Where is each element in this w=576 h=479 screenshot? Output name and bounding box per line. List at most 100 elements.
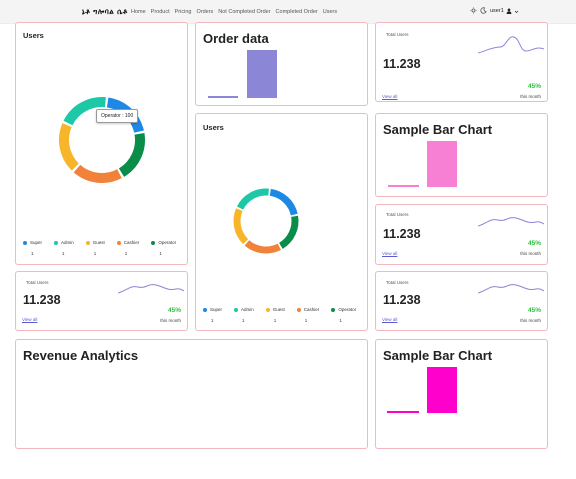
nav-home[interactable]: Home (131, 9, 146, 15)
users-donut-chart-2 (233, 188, 299, 254)
chart-legend: Super 1 Admin 1 Guest 1 Cashier 1 Operator 1 (203, 307, 356, 323)
legend-item-super[interactable]: Super 1 (203, 307, 222, 323)
order-data-card: Order data (195, 22, 368, 106)
card-title: Sample Bar Chart (383, 348, 493, 363)
view-all-link[interactable]: View all (382, 251, 397, 256)
legend-value: 1 (273, 318, 277, 323)
stat-percent: 45% (167, 307, 181, 314)
stat-sub: this month (520, 318, 541, 323)
legend-item-cashier[interactable]: Cashier 1 (116, 240, 140, 256)
card-title: Order data (203, 31, 269, 46)
legend-dot (151, 240, 156, 245)
nav-links: Home Product Pricing Orders Not Complete… (131, 9, 337, 15)
legend-value: 1 (211, 318, 214, 323)
donut-slice-guest[interactable] (59, 123, 80, 171)
legend-item-admin[interactable]: Admin 1 (234, 307, 254, 323)
user-menu[interactable]: user1 (490, 8, 519, 14)
legend-value: 1 (304, 318, 308, 323)
donut-slice-cashier[interactable] (244, 240, 281, 254)
stat-percent: 45% (527, 83, 541, 90)
users-donut-chart (59, 97, 145, 183)
legend-dot (234, 307, 239, 312)
bar-small (388, 185, 419, 187)
legend-item-admin[interactable]: Admin 1 (54, 240, 74, 256)
stat-value: 11.238 (383, 57, 421, 71)
legend-dot (54, 240, 59, 245)
nav-not-completed-order[interactable]: Not Completed Order (218, 9, 270, 15)
sun-icon[interactable] (470, 7, 477, 14)
moon-icon[interactable] (480, 7, 487, 14)
legend-dot (331, 307, 336, 312)
legend-dot (265, 307, 270, 312)
nav-product[interactable]: Product (151, 9, 170, 15)
stat-card: Total Users 11.238 45% this month View a… (15, 271, 188, 331)
legend-value: 1 (93, 251, 97, 256)
legend-value: 1 (242, 318, 245, 323)
order-bar-small (208, 96, 238, 98)
bar-large (427, 367, 457, 413)
legend-label: Guest (272, 307, 285, 312)
legend-value: 1 (31, 251, 34, 256)
stat-label: Total Users (386, 32, 409, 37)
legend-dot (203, 307, 207, 312)
bar-large (427, 141, 457, 187)
legend-item-super[interactable]: Super 1 (23, 240, 42, 256)
sparkline (478, 36, 544, 54)
legend-value: 1 (159, 251, 162, 256)
view-all-link[interactable]: View all (382, 317, 397, 322)
legend-item-guest[interactable]: Guest 1 (265, 307, 285, 323)
legend-value: 1 (339, 318, 342, 323)
nav-orders[interactable]: Orders (196, 9, 213, 15)
sample-bar-chart-card: Sample Bar Chart (375, 113, 548, 197)
view-all-link[interactable]: View all (382, 94, 397, 99)
sparkline (478, 217, 544, 227)
stat-label: Total Users (386, 280, 409, 285)
legend-item-guest[interactable]: Guest 1 (85, 240, 105, 256)
user-name: user1 (490, 8, 504, 14)
donut-slice-operator[interactable] (118, 132, 145, 177)
stat-percent: 45% (527, 307, 541, 314)
stat-card: Total Users 11.238 45% this month View a… (375, 271, 548, 331)
stat-sub: this month (160, 318, 181, 323)
users-donut-card-2: Users Super 1 Admin 1 Guest 1 Cashier 1 Operator… (195, 113, 368, 331)
card-title: Sample Bar Chart (383, 122, 493, 137)
brand-logo[interactable]: ኔቶ ግሎባል ሴቶ (82, 7, 128, 17)
legend-label: Admin (241, 307, 254, 312)
legend-value: 1 (62, 251, 65, 256)
chart-tooltip: Operator : 100 (96, 109, 139, 123)
nav-completed-order[interactable]: Completed Order (276, 9, 318, 15)
user-icon (506, 8, 512, 14)
chevron-down-icon (514, 10, 518, 13)
legend-label: Admin (61, 240, 74, 245)
legend-item-operator[interactable]: Operator 1 (151, 240, 176, 256)
legend-dot (296, 307, 301, 312)
stat-value: 11.238 (23, 293, 61, 307)
legend-item-operator[interactable]: Operator 1 (331, 307, 356, 323)
theme-toggle[interactable] (470, 7, 487, 14)
stat-card: Total Users 11.238 45% this month View a… (375, 204, 548, 265)
donut-slice-guest[interactable] (233, 208, 249, 245)
users-donut-card: Users Operator : 100 Super 1 Admin 1 Guest 1 C… (15, 22, 188, 265)
sparkline (118, 284, 184, 294)
view-all-link[interactable]: View all (22, 317, 37, 322)
sparkline (478, 284, 544, 294)
legend-dot (23, 240, 27, 245)
top-navbar: ኔቶ ግሎባል ሴቶ Home Product Pricing Orders N… (0, 0, 576, 24)
bar-small (387, 411, 419, 413)
legend-item-cashier[interactable]: Cashier 1 (296, 307, 320, 323)
donut-slice-cashier[interactable] (73, 164, 122, 183)
donut-slice-super[interactable] (269, 188, 298, 216)
donut-slice-operator[interactable] (278, 215, 299, 249)
donut-slice-admin[interactable] (236, 188, 269, 210)
legend-label: Guest (92, 240, 105, 245)
legend-label: Cashier (303, 307, 320, 312)
revenue-analytics-card: Revenue Analytics (15, 339, 368, 449)
legend-label: Cashier (123, 240, 140, 245)
stat-value: 11.238 (383, 227, 421, 241)
card-title: Revenue Analytics (23, 348, 139, 363)
nav-pricing[interactable]: Pricing (175, 9, 192, 15)
legend-dot (85, 240, 90, 245)
nav-users[interactable]: Users (323, 9, 337, 15)
legend-label: Super (210, 307, 223, 312)
legend-dot (116, 240, 121, 245)
